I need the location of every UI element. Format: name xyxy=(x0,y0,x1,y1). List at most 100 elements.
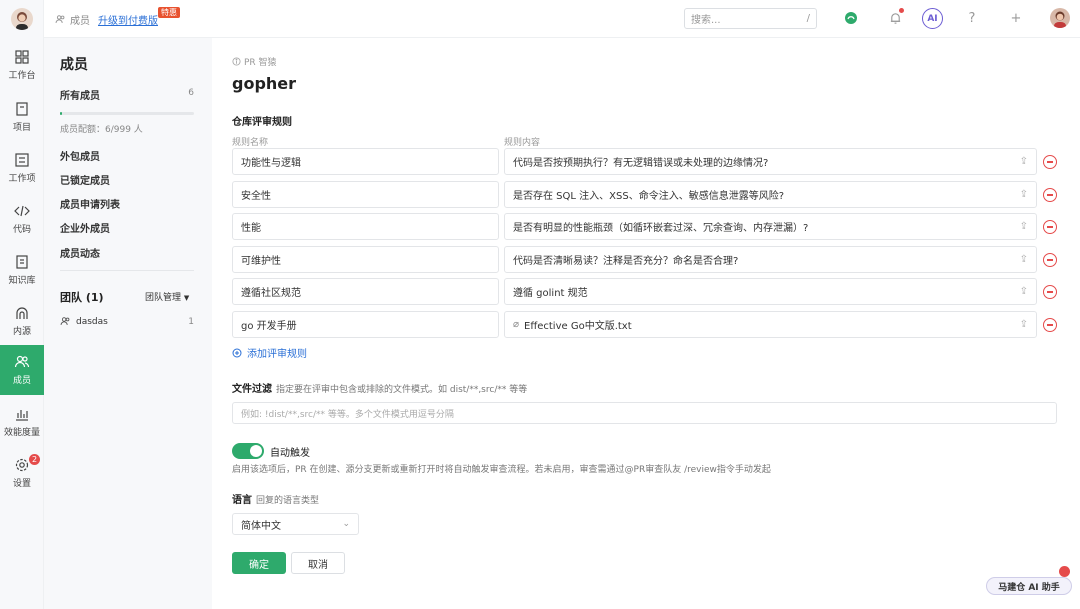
rule-name-field[interactable]: 安全性 xyxy=(232,181,499,208)
rule-name-field[interactable]: 功能性与逻辑 xyxy=(232,148,499,175)
nav-member-requests[interactable]: 成员申请列表 xyxy=(60,196,120,211)
rail-item-members[interactable]: 成员 xyxy=(0,345,44,395)
remove-rule-button[interactable] xyxy=(1043,253,1057,267)
upload-icon[interactable]: ⇪ xyxy=(1020,286,1028,297)
main-content: PR 智猿 gopher 仓库评审规则 规则名称 规则内容 功能性与逻辑 代码是… xyxy=(212,38,1080,609)
team-manage-dropdown[interactable]: 团队管理 ▼ xyxy=(145,290,189,303)
rule-content-text: 是否有明显的性能瓶颈（如循环嵌套过深、冗余查询、内存泄漏）? xyxy=(513,223,809,234)
plus-icon[interactable]: + xyxy=(1007,9,1025,27)
nav-all-members[interactable]: 所有成员 xyxy=(60,87,100,102)
rail-item-knowledge[interactable]: 知识库 xyxy=(0,246,44,294)
rule-name-field[interactable]: go 开发手册 xyxy=(232,311,499,338)
panel-divider xyxy=(60,270,194,271)
remove-rule-button[interactable] xyxy=(1043,220,1057,234)
rail-item-project[interactable]: 项目 xyxy=(0,93,44,141)
assistant-mascot-icon[interactable] xyxy=(1059,566,1070,577)
file-filter-input[interactable]: 例如: !dist/**,src/** 等等。多个文件模式用逗号分隔 xyxy=(232,402,1057,424)
rule-content-field[interactable]: 代码是否清晰易读？注释是否充分？命名是否合理? ⇪ xyxy=(504,246,1037,273)
code-icon xyxy=(14,205,30,217)
rule-content-field[interactable]: 是否有明显的性能瓶颈（如循环嵌套过深、冗余查询、内存泄漏）? ⇪ xyxy=(504,213,1037,240)
user-avatar[interactable] xyxy=(11,8,33,30)
chart-icon xyxy=(16,410,28,421)
nav-external-members[interactable]: 企业外成员 xyxy=(60,220,110,235)
remove-rule-button[interactable] xyxy=(1043,285,1057,299)
remove-rule-button[interactable] xyxy=(1043,155,1057,169)
rule-file-attachment: ⌀ Effective Go中文版.txt xyxy=(513,317,632,332)
team-title: 团队 (1) xyxy=(60,291,104,304)
rail-item-inner-source[interactable]: 内源 xyxy=(0,297,44,345)
rule-content-text: 遵循 golint 规范 xyxy=(513,288,588,299)
team-item[interactable]: dasdas 1 xyxy=(60,316,194,327)
paperclip-icon: ⌀ xyxy=(513,319,520,330)
cancel-button[interactable]: 取消 xyxy=(291,552,345,574)
rule-content-field[interactable]: ⌀ Effective Go中文版.txt ⇪ xyxy=(504,311,1037,338)
promo-tag: 特惠 xyxy=(158,7,180,18)
rail-item-code[interactable]: 代码 xyxy=(0,195,44,243)
members-icon xyxy=(14,355,30,368)
file-filter-heading: 文件过滤 指定要在评审中包含或排除的文件模式。如 dist/**,src/** 等… xyxy=(232,380,527,395)
settings-badge: 2 xyxy=(29,454,40,465)
add-rule-label: 添加评审规则 xyxy=(247,349,307,360)
auto-trigger-label: 自动触发 xyxy=(270,448,310,459)
sub-breadcrumb[interactable]: PR 智猿 xyxy=(232,55,277,68)
upgrade-link[interactable]: 升级到付费版 xyxy=(98,12,158,27)
ai-assistant-button[interactable]: 马建仓 AI 助手 xyxy=(986,577,1072,595)
rail-label: 代码 xyxy=(12,225,31,235)
team-manage-label: 团队管理 xyxy=(145,293,182,303)
info-circle-icon xyxy=(232,57,241,66)
auto-trigger-toggle[interactable] xyxy=(232,443,264,459)
rule-content-text: 代码是否按预期执行？有无逻辑错误或未处理的边缘情况? xyxy=(513,158,769,169)
rail-item-dashboard[interactable]: 工作台 xyxy=(0,41,44,89)
quota-progress-bar xyxy=(60,112,194,115)
ai-button[interactable]: AI xyxy=(922,8,943,29)
upload-icon[interactable]: ⇪ xyxy=(1020,189,1028,200)
upload-icon[interactable]: ⇪ xyxy=(1020,221,1028,232)
team-icon xyxy=(60,317,70,326)
gitee-logo-icon[interactable] xyxy=(842,9,860,27)
language-select[interactable]: 简体中文 ⌄ xyxy=(232,513,359,535)
remove-rule-button[interactable] xyxy=(1043,318,1057,332)
rule-name-field[interactable]: 可维护性 xyxy=(232,246,499,273)
upload-icon[interactable]: ⇪ xyxy=(1020,156,1028,167)
search-input[interactable]: 搜索... / xyxy=(684,8,817,29)
language-label: 语言 xyxy=(232,495,252,506)
book-icon xyxy=(16,255,28,269)
rule-name-field[interactable]: 遵循社区规范 xyxy=(232,278,499,305)
upload-icon[interactable]: ⇪ xyxy=(1020,319,1028,330)
quota-progress-fill xyxy=(60,112,62,115)
sub-breadcrumb-label: PR 智猿 xyxy=(244,58,277,68)
rail-label: 内源 xyxy=(12,327,31,337)
search-placeholder: 搜索... xyxy=(691,15,721,26)
left-rail: 工作台 项目 工作项 代码 知识库 内源 成员 效能度量 设置 2 xyxy=(0,0,44,609)
help-icon[interactable]: ? xyxy=(963,9,981,27)
rule-content-field[interactable]: 是否存在 SQL 注入、XSS、命令注入、敏感信息泄露等风险? ⇪ xyxy=(504,181,1037,208)
upload-icon[interactable]: ⇪ xyxy=(1020,254,1028,265)
chevron-down-icon: ⌄ xyxy=(342,519,350,529)
rule-content-field[interactable]: 遵循 golint 规范 ⇪ xyxy=(504,278,1037,305)
nav-member-activity[interactable]: 成员动态 xyxy=(60,245,100,260)
rail-item-metrics[interactable]: 效能度量 xyxy=(0,398,44,446)
breadcrumb-label: 成员 xyxy=(70,16,90,27)
breadcrumb: 成员 xyxy=(55,12,90,27)
add-rule-button[interactable]: 添加评审规则 xyxy=(232,345,307,360)
rule-content-text: 是否存在 SQL 注入、XSS、命令注入、敏感信息泄露等风险? xyxy=(513,191,785,202)
nav-outsourced-members[interactable]: 外包成员 xyxy=(60,148,100,163)
nav-locked-members[interactable]: 已锁定成员 xyxy=(60,172,110,187)
confirm-button[interactable]: 确定 xyxy=(232,552,286,574)
bell-icon[interactable] xyxy=(886,8,904,27)
rule-name-field[interactable]: 性能 xyxy=(232,213,499,240)
rule-content-field[interactable]: 代码是否按预期执行？有无逻辑错误或未处理的边缘情况? ⇪ xyxy=(504,148,1037,175)
rule-content-text: Effective Go中文版.txt xyxy=(524,321,632,332)
rail-item-tasks[interactable]: 工作项 xyxy=(0,144,44,192)
page-title: gopher xyxy=(232,74,297,93)
search-shortcut: / xyxy=(806,13,810,24)
gear-icon xyxy=(15,458,29,472)
task-icon xyxy=(15,153,29,167)
rule-content-text: 代码是否清晰易读？注释是否充分？命名是否合理? xyxy=(513,256,739,267)
remove-rule-button[interactable] xyxy=(1043,188,1057,202)
team-count: 1 xyxy=(188,316,194,327)
top-user-avatar[interactable] xyxy=(1050,8,1070,28)
rail-label: 工作项 xyxy=(8,174,36,184)
rail-item-settings[interactable]: 设置 2 xyxy=(0,449,44,497)
language-value: 简体中文 xyxy=(241,520,281,532)
